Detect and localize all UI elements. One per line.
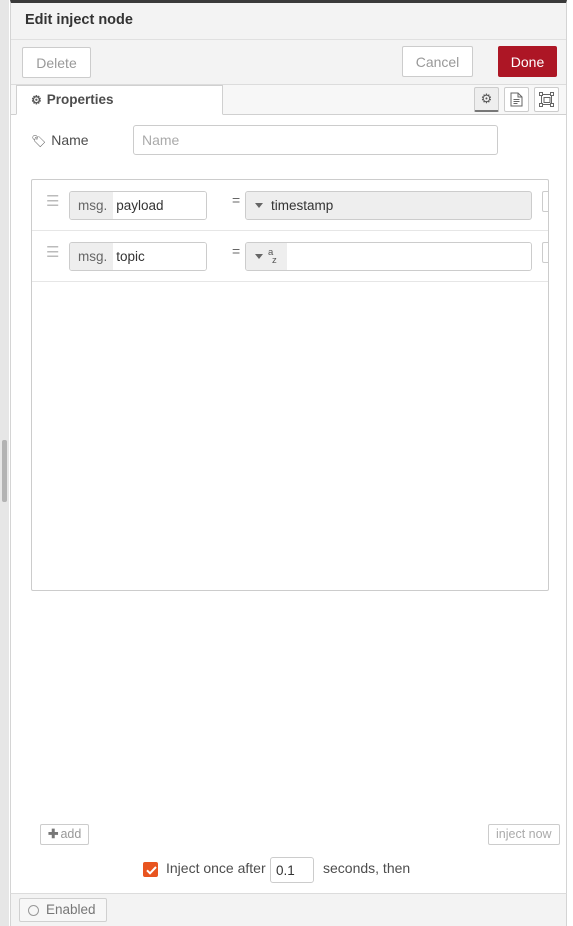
property-key-value[interactable]: payload — [113, 192, 206, 219]
gear-icon: ⚙ — [31, 93, 42, 107]
inject-delay-input[interactable] — [270, 857, 314, 883]
done-button[interactable]: Done — [498, 46, 557, 77]
node-settings-icon-button[interactable]: ⚙ — [474, 87, 499, 112]
drag-handle-icon[interactable]: ☰ — [46, 194, 62, 209]
circle-icon — [28, 904, 39, 916]
plus-icon: ✚ — [48, 827, 59, 841]
edit-inject-node-dialog: Edit inject node Delete Cancel Done ⚙ Pro… — [10, 0, 567, 926]
property-key-field[interactable]: msg. topic — [69, 242, 207, 271]
tab-bar: ⚙ Properties ⚙ — [11, 85, 566, 115]
dialog-title: Edit inject node — [11, 3, 566, 40]
node-appearance-icon-button[interactable] — [534, 87, 559, 112]
inject-now-button[interactable]: inject now — [488, 824, 560, 845]
cancel-button[interactable]: Cancel — [402, 46, 473, 77]
property-value-field[interactable]: az — [245, 242, 532, 271]
drag-handle-icon[interactable]: ☰ — [46, 245, 62, 260]
dialog-footer: Enabled — [10, 893, 567, 926]
inject-once-suffix-label: seconds, then — [323, 860, 411, 876]
tab-properties[interactable]: ⚙ Properties — [16, 85, 223, 115]
value-type-selector[interactable] — [246, 192, 269, 219]
property-value-text: timestamp — [271, 198, 334, 213]
property-key-field[interactable]: msg. payload — [69, 191, 207, 220]
msg-prefix-label: msg. — [70, 192, 114, 219]
document-icon — [510, 92, 523, 107]
equals-sign: = — [232, 243, 241, 259]
page-scrollbar-thumb[interactable] — [2, 440, 7, 502]
tool-button-group: ⚙ — [474, 87, 559, 112]
page-scrollbar[interactable] — [0, 0, 9, 926]
caret-down-icon — [255, 203, 263, 208]
name-input[interactable] — [133, 125, 498, 155]
enabled-label: Enabled — [46, 902, 96, 917]
name-row: 🏷 Name — [11, 124, 566, 162]
node-description-icon-button[interactable] — [504, 87, 529, 112]
inject-once-row: Inject once after seconds, then — [11, 857, 568, 883]
property-row: ☰ msg. topic = az — [32, 231, 548, 282]
delete-button[interactable]: Delete — [22, 47, 91, 78]
checkmark-icon — [146, 866, 157, 875]
msg-prefix-label: msg. — [70, 243, 114, 270]
name-label: Name — [51, 132, 89, 148]
property-list: ☰ msg. payload = timestamp ✖ — [31, 179, 549, 591]
add-property-button[interactable]: ✚ add — [40, 824, 90, 845]
property-value-field[interactable]: timestamp — [245, 191, 532, 220]
property-row: ☰ msg. payload = timestamp ✖ — [32, 180, 548, 231]
tag-icon: 🏷 — [31, 134, 47, 148]
gear-icon: ⚙ — [480, 91, 493, 106]
caret-down-icon — [255, 254, 263, 259]
equals-sign: = — [232, 192, 241, 208]
add-property-label: add — [60, 827, 82, 841]
name-label-group: 🏷 Name — [31, 132, 141, 148]
inject-once-label: Inject once after — [166, 860, 266, 876]
properties-form: 🏷 Name ☰ msg. payload = — [11, 124, 566, 926]
app-root: Edit inject node Delete Cancel Done ⚙ Pro… — [0, 0, 573, 926]
appearance-icon — [539, 92, 554, 107]
tab-properties-label: Properties — [46, 92, 114, 107]
delete-property-button[interactable]: ✖ — [542, 242, 548, 263]
value-type-selector[interactable]: az — [246, 243, 287, 270]
delete-property-button[interactable]: ✖ — [542, 191, 548, 212]
inject-once-checkbox[interactable] — [143, 862, 158, 877]
string-type-icon: az — [268, 246, 277, 266]
enabled-toggle-button[interactable]: Enabled — [19, 898, 107, 922]
property-key-value[interactable]: topic — [113, 243, 206, 270]
dialog-button-bar: Delete Cancel Done — [11, 40, 566, 85]
property-value-input[interactable] — [287, 243, 531, 270]
